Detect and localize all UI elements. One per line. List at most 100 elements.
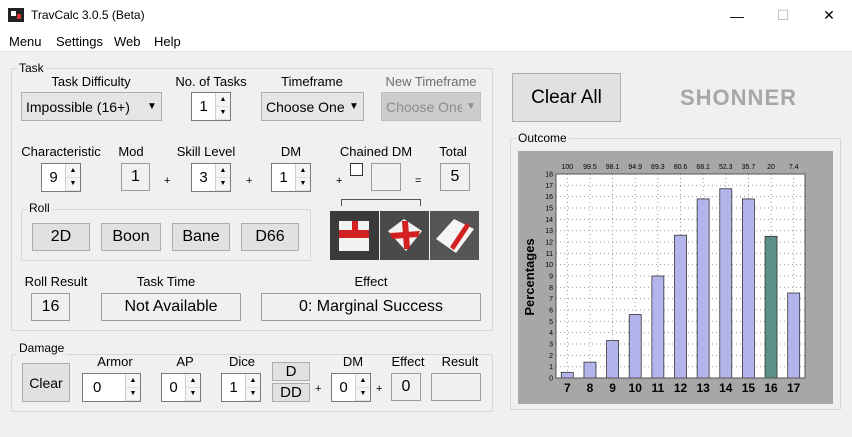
dd-button[interactable]: DD xyxy=(272,383,310,402)
roll-result-value: 16 xyxy=(31,293,70,321)
x-tick-label: 14 xyxy=(719,381,733,395)
chart-bar xyxy=(628,314,642,379)
roll-group-label: Roll xyxy=(27,201,52,215)
ap-stepper[interactable]: 0 ▲ ▼ xyxy=(161,373,201,402)
cumulative-label: 52.3 xyxy=(719,164,733,171)
spin-down-icon[interactable]: ▼ xyxy=(216,106,230,120)
skill-level-value: 3 xyxy=(199,169,208,186)
timeframe-label: Timeframe xyxy=(281,74,343,89)
task-group-label: Task xyxy=(17,61,46,75)
x-tick-label: 9 xyxy=(609,381,616,395)
app-icon xyxy=(8,8,24,22)
spin-up-icon[interactable]: ▲ xyxy=(186,374,200,388)
plus-sign: + xyxy=(376,383,383,395)
characteristic-label: Characteristic xyxy=(21,144,101,159)
clear-all-button[interactable]: Clear All xyxy=(512,73,621,122)
spin-up-icon[interactable]: ▲ xyxy=(296,164,310,178)
chart-bar xyxy=(787,292,801,379)
task-time-value: Not Available xyxy=(101,293,241,321)
damage-dm-stepper[interactable]: 0 ▲ ▼ xyxy=(331,373,371,402)
cumulative-label: 7.4 xyxy=(789,164,799,171)
num-tasks-stepper[interactable]: 1 ▲ ▼ xyxy=(191,92,231,121)
roll-result-label: Roll Result xyxy=(24,274,88,289)
spin-up-icon[interactable]: ▲ xyxy=(216,164,230,178)
spin-up-icon[interactable]: ▲ xyxy=(356,374,370,388)
chart-bar xyxy=(560,371,574,379)
chained-dm-label: Chained DM xyxy=(339,144,413,159)
damage-dm-value: 0 xyxy=(339,379,348,396)
spin-down-icon[interactable]: ▼ xyxy=(66,177,80,191)
mod-label: Mod xyxy=(118,144,144,159)
cumulative-label: 20 xyxy=(767,164,775,171)
x-tick-label: 16 xyxy=(764,381,778,395)
plus-sign: + xyxy=(336,175,343,187)
spin-down-icon[interactable]: ▼ xyxy=(186,387,200,401)
timeframe-select[interactable]: Choose One ▼ xyxy=(261,92,364,121)
close-button[interactable]: ✕ xyxy=(806,0,852,31)
spin-down-icon[interactable]: ▼ xyxy=(126,387,140,401)
plus-sign: + xyxy=(164,175,171,187)
cumulative-label: 35.7 xyxy=(742,164,756,171)
menu-item-menu[interactable]: Menu xyxy=(9,34,42,49)
damage-result-label: Result xyxy=(441,354,479,369)
roll-2d-button[interactable]: 2D xyxy=(32,223,90,251)
window-title: TravCalc 3.0.5 (Beta) xyxy=(31,8,145,22)
skill-level-stepper[interactable]: 3 ▲ ▼ xyxy=(191,163,231,192)
dm-stepper[interactable]: 1 ▲ ▼ xyxy=(271,163,311,192)
maximize-button[interactable]: ☐ xyxy=(760,0,806,31)
damage-effect-label: Effect xyxy=(391,354,425,369)
spin-up-icon[interactable]: ▲ xyxy=(66,164,80,178)
chart-bar xyxy=(719,188,733,379)
mod-value: 1 xyxy=(121,163,150,191)
dice-label: Dice xyxy=(228,354,255,369)
damage-result-value xyxy=(431,373,481,401)
spin-up-icon[interactable]: ▲ xyxy=(246,374,260,388)
damage-dm-label: DM xyxy=(342,354,364,369)
timeframe-value: Choose One xyxy=(266,98,345,115)
plus-sign: + xyxy=(246,175,253,187)
menu-item-web[interactable]: Web xyxy=(114,34,141,49)
characteristic-value: 9 xyxy=(49,169,58,186)
spin-up-icon[interactable]: ▲ xyxy=(126,374,140,388)
outcome-chart: 01234567891011121314151617187100899.5998… xyxy=(545,164,806,395)
spin-down-icon[interactable]: ▼ xyxy=(296,177,310,191)
dm-label: DM xyxy=(280,144,302,159)
ap-value: 0 xyxy=(169,379,178,396)
armor-stepper[interactable]: 0 ▲ ▼ xyxy=(82,373,141,402)
task-difficulty-select[interactable]: Impossible (16+) ▼ xyxy=(21,92,162,121)
chart-bar xyxy=(696,198,710,379)
menu-item-help[interactable]: Help xyxy=(154,34,181,49)
die-image-3 xyxy=(430,211,479,260)
total-label: Total xyxy=(439,144,467,159)
num-tasks-label: No. of Tasks xyxy=(175,74,247,89)
damage-effect-value: 0 xyxy=(391,373,421,401)
roll-bane-button[interactable]: Bane xyxy=(172,223,230,251)
spin-down-icon[interactable]: ▼ xyxy=(216,177,230,191)
d-button[interactable]: D xyxy=(272,362,310,381)
chart-ylabel-box: Percentages xyxy=(518,151,554,404)
roll-d66-button[interactable]: D66 xyxy=(241,223,299,251)
spin-down-icon[interactable]: ▼ xyxy=(246,387,260,401)
dice-stepper[interactable]: 1 ▲ ▼ xyxy=(221,373,261,402)
new-timeframe-label: New Timeframe xyxy=(385,74,477,89)
dm-value: 1 xyxy=(279,169,288,186)
chained-dm-checkbox[interactable] xyxy=(350,163,363,176)
cumulative-label: 100 xyxy=(561,164,573,171)
x-tick-label: 11 xyxy=(652,381,665,395)
cumulative-label: 98.1 xyxy=(606,164,620,171)
skill-level-label: Skill Level xyxy=(176,144,236,159)
spin-down-icon[interactable]: ▼ xyxy=(356,387,370,401)
outcome-group-label: Outcome xyxy=(516,131,569,145)
chained-dm-value xyxy=(371,163,401,191)
menu-item-settings[interactable]: Settings xyxy=(56,34,103,49)
spin-up-icon[interactable]: ▲ xyxy=(216,93,230,107)
cumulative-label: 80.6 xyxy=(674,164,688,171)
minimize-button[interactable]: — xyxy=(714,0,760,31)
roll-boon-button[interactable]: Boon xyxy=(101,223,161,251)
damage-clear-button[interactable]: Clear xyxy=(22,363,70,402)
task-time-label: Task Time xyxy=(136,274,196,289)
chart-bar xyxy=(764,235,778,379)
x-tick-label: 8 xyxy=(587,381,594,395)
cumulative-label: 68.1 xyxy=(696,164,710,171)
characteristic-stepper[interactable]: 9 ▲ ▼ xyxy=(41,163,81,192)
